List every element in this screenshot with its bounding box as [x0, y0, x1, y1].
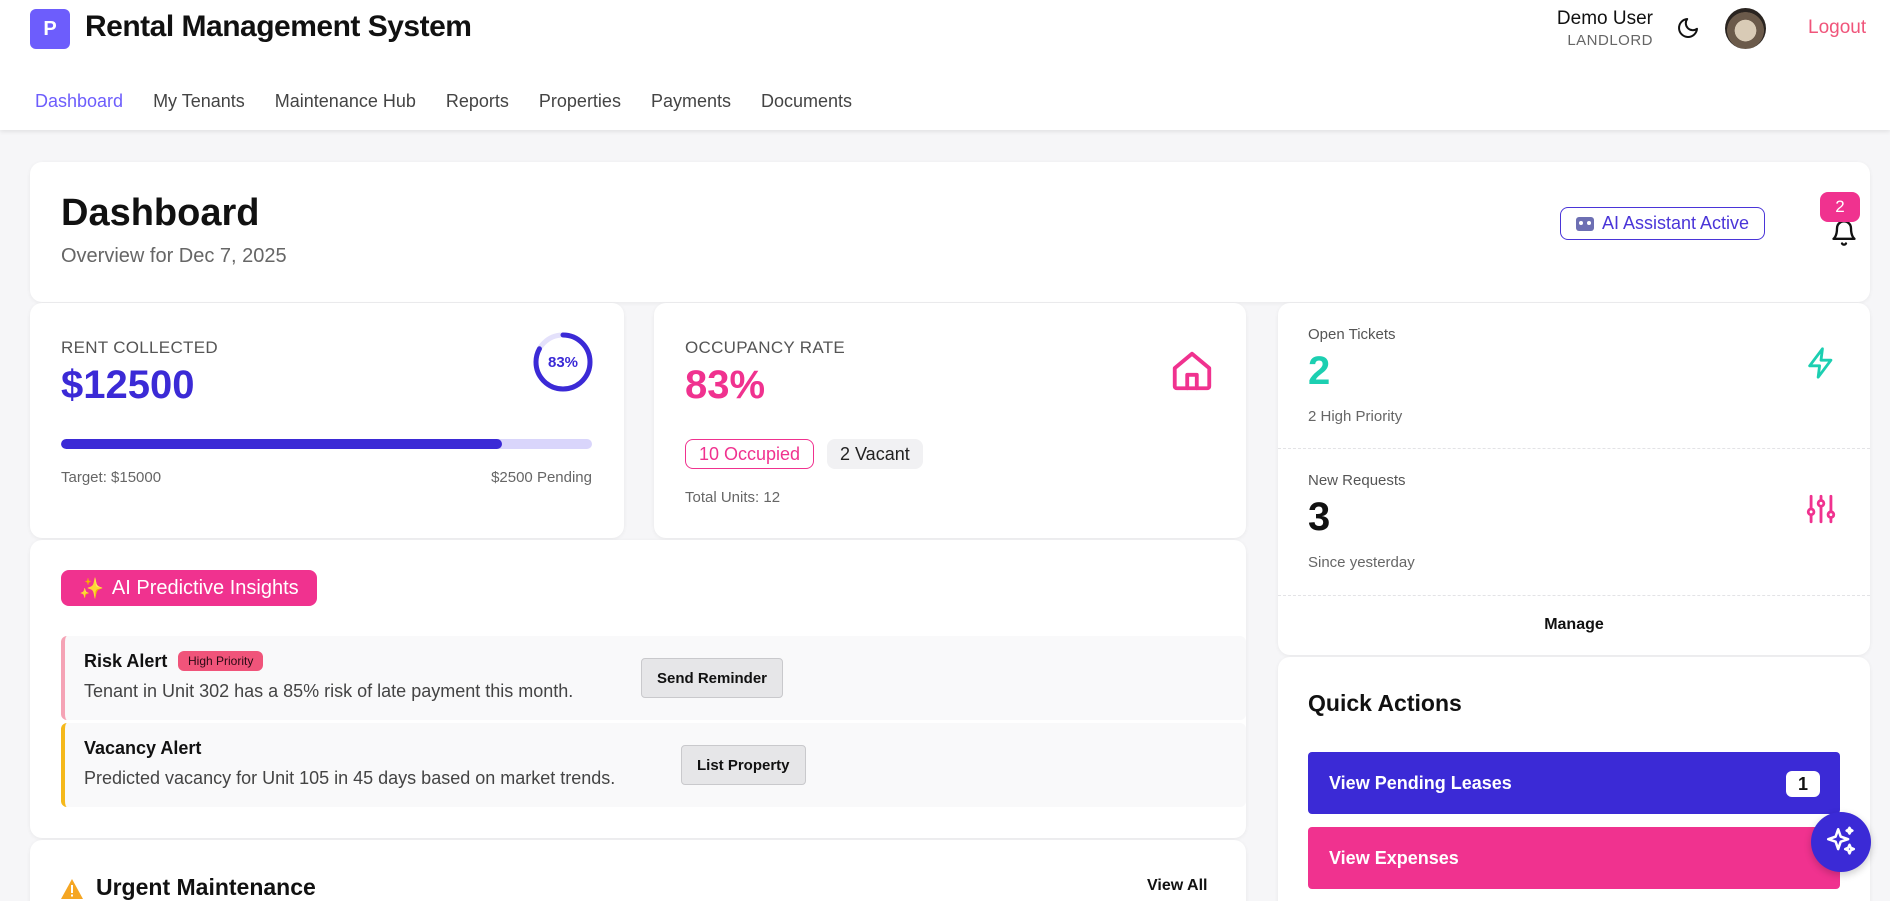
dashboard-header-card: Dashboard Overview for Dec 7, 2025 AI As…	[30, 162, 1870, 302]
occupancy-value: 83%	[685, 363, 766, 407]
warning-icon	[61, 879, 83, 899]
page-title: Dashboard	[61, 192, 260, 234]
nav-dashboard[interactable]: Dashboard	[35, 91, 123, 112]
ai-insights-label: AI Predictive Insights	[111, 576, 299, 599]
moon-icon[interactable]	[1676, 16, 1700, 40]
quick-actions-card: Quick Actions View Pending Leases 1 View…	[1278, 657, 1870, 901]
rent-value: $12500	[61, 363, 195, 407]
risk-alert-title: Risk Alert	[84, 651, 168, 671]
rent-label: RENT COLLECTED	[61, 338, 218, 357]
avatar[interactable]	[1725, 8, 1766, 49]
high-priority-badge: High Priority	[178, 651, 264, 671]
tickets-card: Open Tickets 2 2 High Priority New Reque…	[1278, 303, 1870, 655]
ai-assistant-badge[interactable]: AI Assistant Active	[1560, 207, 1766, 240]
rent-collected-card: RENT COLLECTED $12500 83% Target: $15000…	[30, 303, 624, 538]
ai-assistant-fab[interactable]	[1811, 812, 1871, 872]
manage-button[interactable]: Manage	[1278, 616, 1870, 634]
occupancy-label: OCCUPANCY RATE	[685, 338, 846, 357]
tickets-divider-2	[1278, 595, 1870, 596]
rent-percent-label: 83%	[547, 353, 579, 371]
open-tickets-value: 2	[1308, 349, 1331, 393]
vacant-pill: 2 Vacant	[827, 439, 923, 469]
risk-alert-text: Tenant in Unit 302 has a 85% risk of lat…	[84, 681, 574, 701]
view-expenses-label: View Expenses	[1329, 847, 1459, 868]
occupied-pill: 10 Occupied	[685, 439, 815, 469]
quick-actions-title: Quick Actions	[1308, 690, 1462, 716]
user-name: Demo User	[1556, 8, 1653, 29]
urgent-maintenance-title: Urgent Maintenance	[96, 874, 316, 900]
open-tickets-sub: 2 High Priority	[1308, 408, 1403, 425]
user-role: LANDLORD	[1567, 32, 1653, 49]
urgent-maintenance-card: Urgent Maintenance View All	[30, 840, 1246, 901]
nav-documents[interactable]: Documents	[761, 91, 852, 112]
nav-maintenance-hub[interactable]: Maintenance Hub	[275, 91, 416, 112]
sliders-icon	[1806, 494, 1836, 524]
rent-pending: $2500 Pending	[491, 469, 592, 486]
occupancy-card: OCCUPANCY RATE 83% 10 Occupied 2 Vacant …	[654, 303, 1246, 538]
vacancy-alert-title: Vacancy Alert	[84, 738, 202, 758]
bell-icon[interactable]	[1830, 218, 1858, 248]
robot-icon	[1576, 216, 1594, 231]
notification-count-badge: 2	[1820, 192, 1860, 222]
list-property-button[interactable]: List Property	[681, 745, 806, 785]
app-logo[interactable]: P	[30, 9, 70, 49]
ai-insights-badge: ✨ AI Predictive Insights	[61, 570, 317, 606]
new-requests-value: 3	[1308, 495, 1331, 539]
vacancy-alert-text: Predicted vacancy for Unit 105 in 45 day…	[84, 768, 616, 788]
house-icon	[1172, 351, 1212, 391]
rent-target: Target: $15000	[61, 469, 162, 486]
rent-progress-bar	[61, 439, 592, 449]
view-pending-leases-label: View Pending Leases	[1329, 772, 1512, 793]
new-requests-sub: Since yesterday	[1308, 554, 1415, 571]
nav-properties[interactable]: Properties	[539, 91, 621, 112]
view-pending-leases-button[interactable]: View Pending Leases 1	[1308, 752, 1840, 814]
lightning-icon	[1808, 347, 1833, 379]
logout-button[interactable]: Logout	[1808, 17, 1866, 39]
pending-leases-count: 1	[1786, 771, 1820, 797]
nav-reports[interactable]: Reports	[446, 91, 509, 112]
nav-my-tenants[interactable]: My Tenants	[153, 91, 245, 112]
ai-assistant-label: AI Assistant Active	[1602, 213, 1750, 233]
ai-insights-card: ✨ AI Predictive Insights Risk Alert High…	[30, 540, 1246, 838]
top-bar: P Rental Management System Demo User LAN…	[0, 0, 1890, 130]
total-units: Total Units: 12	[685, 489, 781, 506]
main-nav: Dashboard My Tenants Maintenance Hub Rep…	[35, 91, 882, 112]
new-requests-label: New Requests	[1308, 472, 1406, 489]
vacancy-alert: Vacancy Alert Predicted vacancy for Unit…	[61, 723, 1246, 807]
sparkles-icon	[1826, 826, 1856, 855]
tickets-divider	[1278, 448, 1870, 449]
view-all-link[interactable]: View All	[1147, 877, 1207, 895]
app-title: Rental Management System	[85, 10, 472, 43]
open-tickets-label: Open Tickets	[1308, 326, 1396, 343]
view-expenses-button[interactable]: View Expenses	[1308, 827, 1840, 889]
sparkle-icon: ✨	[79, 577, 104, 600]
send-reminder-button[interactable]: Send Reminder	[641, 658, 784, 698]
rent-progress-fill	[61, 439, 502, 449]
page-subtitle: Overview for Dec 7, 2025	[61, 245, 287, 267]
risk-alert: Risk Alert High Priority Tenant in Unit …	[61, 636, 1246, 720]
nav-payments[interactable]: Payments	[651, 91, 731, 112]
